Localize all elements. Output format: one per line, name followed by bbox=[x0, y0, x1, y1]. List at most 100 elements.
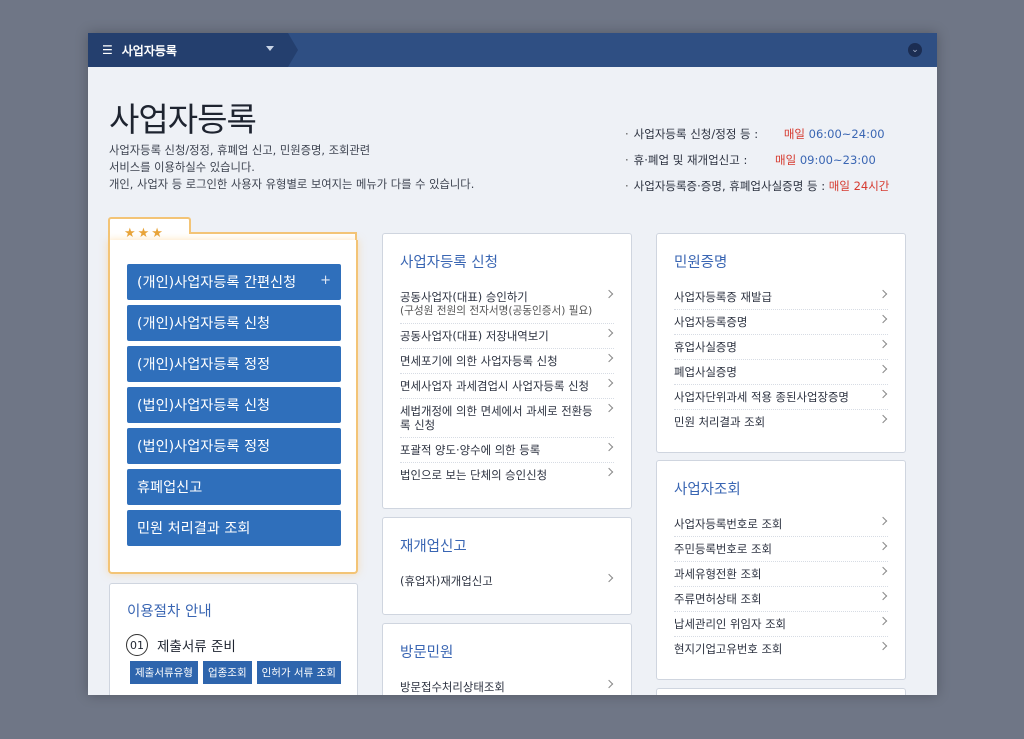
list-item[interactable]: 민원 처리결과 조회 bbox=[674, 410, 888, 434]
item-label: 포괄적 양도·양수에 의한 등록 bbox=[400, 443, 541, 457]
item-label: 사업자등록증명 bbox=[674, 315, 748, 329]
list-item[interactable]: 주류면허상태 조회 bbox=[674, 587, 888, 612]
list-item[interactable]: 납세관리인 위임자 조회 bbox=[674, 612, 888, 637]
description-line: 개인, 사업자 등 로그인한 사용자 유형별로 보여지는 메뉴가 다를 수 있습… bbox=[109, 178, 475, 191]
top-navigation-bar: ☰ 사업자등록 ⌄ bbox=[88, 33, 937, 67]
chevron-right-icon bbox=[878, 516, 888, 526]
fav-button-label: 휴폐업신고 bbox=[137, 480, 203, 496]
card-list: 사업자등록증 재발급 사업자등록증명 휴업사실증명 폐업사실증명 사업자단위과세… bbox=[674, 285, 888, 434]
item-label: 민원 처리결과 조회 bbox=[674, 415, 766, 429]
item-label: 과세유형전환 조회 bbox=[674, 567, 762, 581]
item-label: 면세포기에 의한 사업자등록 신청 bbox=[400, 354, 558, 368]
fav-button-individual-simple-register[interactable]: (개인)사업자등록 간편신청 + bbox=[127, 264, 341, 300]
chevron-right-icon bbox=[878, 591, 888, 601]
list-item[interactable]: 포괄적 양도·양수에 의한 등록 bbox=[400, 438, 614, 463]
list-item[interactable]: 폐업사실증명 bbox=[674, 360, 888, 385]
card-visit: 방문민원 방문접수처리상태조회 bbox=[382, 623, 632, 695]
card-lookup: 사업자조회 사업자등록번호로 조회 주민등록번호로 조회 과세유형전환 조회 주… bbox=[656, 460, 906, 680]
list-item[interactable]: 사업자등록번호로 조회 bbox=[674, 512, 888, 537]
list-item[interactable]: 면세포기에 의한 사업자등록 신청 bbox=[400, 349, 614, 374]
caret-down-icon[interactable] bbox=[266, 46, 274, 51]
card-list: 사업자등록번호로 조회 주민등록번호로 조회 과세유형전환 조회 주류면허상태 … bbox=[674, 512, 888, 661]
list-item[interactable]: 법인으로 보는 단체의 승인신청 bbox=[400, 463, 614, 487]
description-line: 서비스를 이용하실수 있습니다. bbox=[109, 161, 255, 174]
item-label: 공동사업자(대표) 저장내역보기 bbox=[400, 329, 549, 343]
chevron-right-icon bbox=[604, 442, 614, 452]
fav-button-corporate-register[interactable]: (법인)사업자등록 신청 bbox=[127, 387, 341, 423]
item-label: 세법개정에 의한 면세에서 과세로 전환등록 신청 bbox=[400, 404, 593, 432]
list-item[interactable]: 주민등록번호로 조회 bbox=[674, 537, 888, 562]
fav-button-label: (법인)사업자등록 신청 bbox=[137, 398, 271, 414]
chevron-right-icon bbox=[604, 353, 614, 363]
fav-button-label: (개인)사업자등록 간편신청 bbox=[137, 275, 297, 291]
list-item[interactable]: 공동사업자(대표) 저장내역보기 bbox=[400, 324, 614, 349]
list-item[interactable]: 방문접수처리상태조회 bbox=[400, 675, 614, 695]
fav-button-label: (개인)사업자등록 신청 bbox=[137, 316, 271, 332]
tag-document-types[interactable]: 제출서류유형 bbox=[130, 661, 198, 684]
fav-button-closure-report[interactable]: 휴폐업신고 bbox=[127, 469, 341, 505]
chevron-right-icon bbox=[878, 414, 888, 424]
chevron-right-icon bbox=[604, 403, 614, 413]
hamburger-icon[interactable]: ☰ bbox=[102, 43, 113, 57]
hours-time: 24시간 bbox=[853, 179, 890, 193]
fav-button-individual-register[interactable]: (개인)사업자등록 신청 bbox=[127, 305, 341, 341]
list-item[interactable]: 사업자등록증 재발급 bbox=[674, 285, 888, 310]
card-partial bbox=[656, 688, 906, 695]
fav-button-label: (개인)사업자등록 정정 bbox=[137, 357, 271, 373]
fav-button-label: (법인)사업자등록 정정 bbox=[137, 439, 271, 455]
card-title: 민원증명 bbox=[674, 255, 728, 271]
plus-icon[interactable]: + bbox=[320, 273, 331, 288]
step-number: 01 bbox=[126, 634, 148, 656]
menu-tab[interactable]: ☰ 사업자등록 bbox=[88, 33, 298, 67]
procedure-tags: 제출서류유형 업종조회 인허가 서류 조회 bbox=[130, 661, 341, 684]
chevron-right-icon bbox=[878, 616, 888, 626]
list-item[interactable]: 공동사업자(대표) 승인하기 (구성원 전원의 전자서명(공동인증서) 필요) bbox=[400, 285, 614, 324]
item-label: 주류면허상태 조회 bbox=[674, 592, 762, 606]
chevron-right-icon bbox=[878, 364, 888, 374]
chevron-right-icon bbox=[604, 378, 614, 388]
tag-permit-lookup[interactable]: 인허가 서류 조회 bbox=[256, 661, 341, 684]
fav-button-label: 민원 처리결과 조회 bbox=[137, 521, 251, 537]
card-list: 공동사업자(대표) 승인하기 (구성원 전원의 전자서명(공동인증서) 필요) … bbox=[400, 285, 614, 487]
item-label: 주민등록번호로 조회 bbox=[674, 542, 772, 556]
chevron-right-icon bbox=[878, 339, 888, 349]
list-item[interactable]: 현지기업고유번호 조회 bbox=[674, 637, 888, 661]
item-label: 사업자등록증 재발급 bbox=[674, 290, 772, 304]
hours-label: 사업자등록 신청/정정 등 : bbox=[633, 127, 759, 141]
fav-button-corporate-correct[interactable]: (법인)사업자등록 정정 bbox=[127, 428, 341, 464]
favorites-panel: (개인)사업자등록 간편신청 + (개인)사업자등록 신청 (개인)사업자등록 … bbox=[108, 240, 358, 574]
item-label: 사업자등록번호로 조회 bbox=[674, 517, 783, 531]
procedure-title: 이용절차 안내 bbox=[127, 604, 212, 620]
list-item[interactable]: 면세사업자 과세겸업시 사업자등록 신청 bbox=[400, 374, 614, 399]
hours-label: 사업자등록증·증명, 휴폐업사실증명 등 : bbox=[633, 179, 826, 193]
card-title: 사업자조회 bbox=[674, 482, 741, 498]
chevron-right-icon bbox=[878, 566, 888, 576]
item-label: 폐업사실증명 bbox=[674, 365, 737, 379]
list-item[interactable]: 세법개정에 의한 면세에서 과세로 전환등록 신청 bbox=[400, 399, 614, 438]
tag-industry-lookup[interactable]: 업종조회 bbox=[202, 661, 252, 684]
fav-button-result-lookup[interactable]: 민원 처리결과 조회 bbox=[127, 510, 341, 546]
list-item[interactable]: (휴업자)재개업신고 bbox=[400, 569, 614, 593]
chevron-right-icon bbox=[604, 328, 614, 338]
item-label: 방문접수처리상태조회 bbox=[400, 680, 505, 694]
hours-label: 휴·폐업 및 재개업신고 : bbox=[633, 153, 748, 167]
chevron-right-icon bbox=[604, 467, 614, 477]
list-item[interactable]: 과세유형전환 조회 bbox=[674, 562, 888, 587]
hours-prefix: 매일 bbox=[783, 127, 805, 141]
page-title: 사업자등록 bbox=[109, 100, 257, 139]
hours-time: 06:00~24:00 bbox=[808, 127, 885, 141]
chevron-right-icon bbox=[604, 289, 614, 299]
item-label: 납세관리인 위임자 조회 bbox=[674, 617, 787, 631]
fav-button-individual-correct[interactable]: (개인)사업자등록 정정 bbox=[127, 346, 341, 382]
list-item[interactable]: 휴업사실증명 bbox=[674, 335, 888, 360]
menu-tab-label: 사업자등록 bbox=[121, 43, 177, 58]
list-item[interactable]: 사업자등록증명 bbox=[674, 310, 888, 335]
chevron-right-icon bbox=[878, 314, 888, 324]
item-label: 휴업사실증명 bbox=[674, 340, 737, 354]
hours-time: 09:00~23:00 bbox=[799, 153, 876, 167]
card-reopen: 재개업신고 (휴업자)재개업신고 bbox=[382, 517, 632, 615]
list-item[interactable]: 사업자단위과세 적용 종된사업장증명 bbox=[674, 385, 888, 410]
chevron-down-circle-icon[interactable]: ⌄ bbox=[908, 43, 922, 57]
card-list: (휴업자)재개업신고 bbox=[400, 569, 614, 593]
card-registration: 사업자등록 신청 공동사업자(대표) 승인하기 (구성원 전원의 전자서명(공동… bbox=[382, 233, 632, 509]
